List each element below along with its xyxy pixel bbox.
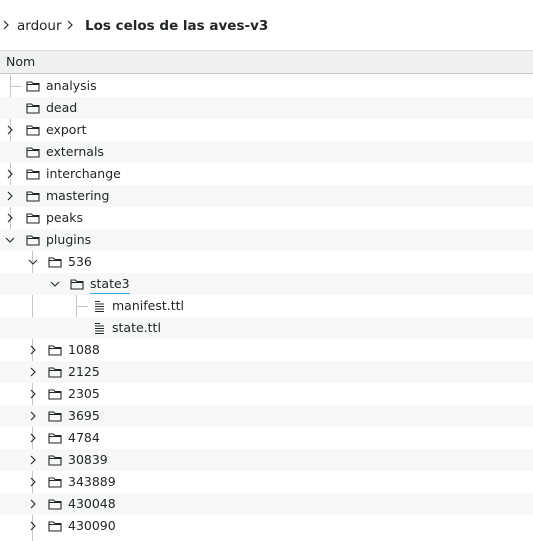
chevron-right-icon[interactable] <box>4 168 16 180</box>
folder-icon <box>26 169 40 180</box>
folder-icon <box>70 279 84 290</box>
folder-icon <box>26 191 40 202</box>
chevron-right-icon[interactable] <box>27 498 39 510</box>
tree-item-label: analysis <box>46 78 97 93</box>
column-header-label: Nom <box>6 54 36 69</box>
tree-item-label: 343889 <box>68 474 116 489</box>
folder-icon <box>48 367 62 378</box>
chevron-right-icon[interactable] <box>1 17 11 33</box>
folder-icon <box>26 81 40 92</box>
chevron-right-icon[interactable] <box>27 476 39 488</box>
tree-row[interactable]: 536 <box>0 251 533 273</box>
tree-item-label: plugins <box>46 232 92 247</box>
chevron-right-icon[interactable] <box>4 124 16 136</box>
chevron-right-icon[interactable] <box>27 410 39 422</box>
chevron-right-icon[interactable] <box>65 17 75 33</box>
tree-item-label: 2125 <box>68 364 100 379</box>
chevron-right-icon[interactable] <box>27 454 39 466</box>
chevron-down-icon[interactable] <box>49 278 61 290</box>
tree-item-label: export <box>46 122 87 137</box>
tree-row[interactable]: manifest.ttl <box>0 295 533 317</box>
tree-item-label: 2305 <box>68 386 100 401</box>
tree-item-label: 30839 <box>68 452 108 467</box>
folder-icon <box>48 345 62 356</box>
tree-item-label: manifest.ttl <box>112 298 184 313</box>
tree-row[interactable]: 2305 <box>0 383 533 405</box>
folder-icon <box>26 235 40 246</box>
folder-icon <box>48 521 62 532</box>
folder-icon <box>26 125 40 136</box>
tree-row[interactable]: 430090 <box>0 515 533 537</box>
tree-row[interactable]: 430048 <box>0 493 533 515</box>
column-header-name[interactable]: Nom <box>0 50 533 74</box>
tree-row[interactable]: 2125 <box>0 361 533 383</box>
tree-row[interactable]: interchange <box>0 163 533 185</box>
tree-row[interactable]: mastering <box>0 185 533 207</box>
folder-icon <box>48 433 62 444</box>
folder-icon <box>26 103 40 114</box>
tree-row[interactable]: plugins <box>0 229 533 251</box>
tree-row[interactable]: 343889 <box>0 471 533 493</box>
tree-item-label: 430090 <box>68 518 116 533</box>
folder-icon <box>48 411 62 422</box>
tree-row[interactable]: analysis <box>0 75 533 97</box>
tree-row[interactable]: 30839 <box>0 449 533 471</box>
chevron-right-icon[interactable] <box>27 432 39 444</box>
chevron-down-icon[interactable] <box>27 256 39 268</box>
folder-icon <box>26 213 40 224</box>
folder-icon <box>48 389 62 400</box>
tree-item-label: peaks <box>46 210 84 225</box>
tree-row[interactable]: 3695 <box>0 405 533 427</box>
tree-item-label: externals <box>46 144 104 159</box>
tree-row[interactable]: 1088 <box>0 339 533 361</box>
folder-icon <box>48 499 62 510</box>
text-file-icon <box>95 323 104 334</box>
tree-row[interactable]: state.ttl <box>0 317 533 339</box>
chevron-right-icon[interactable] <box>4 190 16 202</box>
tree-item-label: 430048 <box>68 496 116 511</box>
tree-row[interactable]: export <box>0 119 533 141</box>
file-tree[interactable]: analysis dead export externals interchan… <box>0 75 533 541</box>
tree-row[interactable]: externals <box>0 141 533 163</box>
chevron-right-icon[interactable] <box>27 344 39 356</box>
breadcrumb-item-current[interactable]: Los celos de las aves-v3 <box>85 17 268 35</box>
folder-icon <box>48 477 62 488</box>
folder-icon <box>26 147 40 158</box>
breadcrumb-item-ardour[interactable]: ardour <box>17 17 62 35</box>
tree-row[interactable]: 4784 <box>0 427 533 449</box>
text-file-icon <box>95 301 104 312</box>
tree-item-label: 1088 <box>68 342 100 357</box>
tree-item-label: dead <box>46 100 78 115</box>
chevron-right-icon[interactable] <box>4 212 16 224</box>
tree-item-label: 3695 <box>68 408 100 423</box>
chevron-right-icon[interactable] <box>27 366 39 378</box>
folder-icon <box>48 257 62 268</box>
tree-row[interactable]: dead <box>0 97 533 119</box>
tree-row-current[interactable]: state3 <box>0 273 533 295</box>
tree-item-label: state.ttl <box>112 320 161 335</box>
tree-item-label: 536 <box>68 254 92 269</box>
tree-item-label: interchange <box>46 166 121 181</box>
tree-item-label: state3 <box>90 275 130 294</box>
chevron-down-icon[interactable] <box>4 234 16 246</box>
tree-item-label: 4784 <box>68 430 100 445</box>
folder-icon <box>48 455 62 466</box>
chevron-right-icon[interactable] <box>27 520 39 532</box>
chevron-right-icon[interactable] <box>27 388 39 400</box>
breadcrumb: ardour Los celos de las aves-v3 <box>0 0 533 50</box>
tree-row[interactable]: peaks <box>0 207 533 229</box>
tree-item-label: mastering <box>46 188 110 203</box>
